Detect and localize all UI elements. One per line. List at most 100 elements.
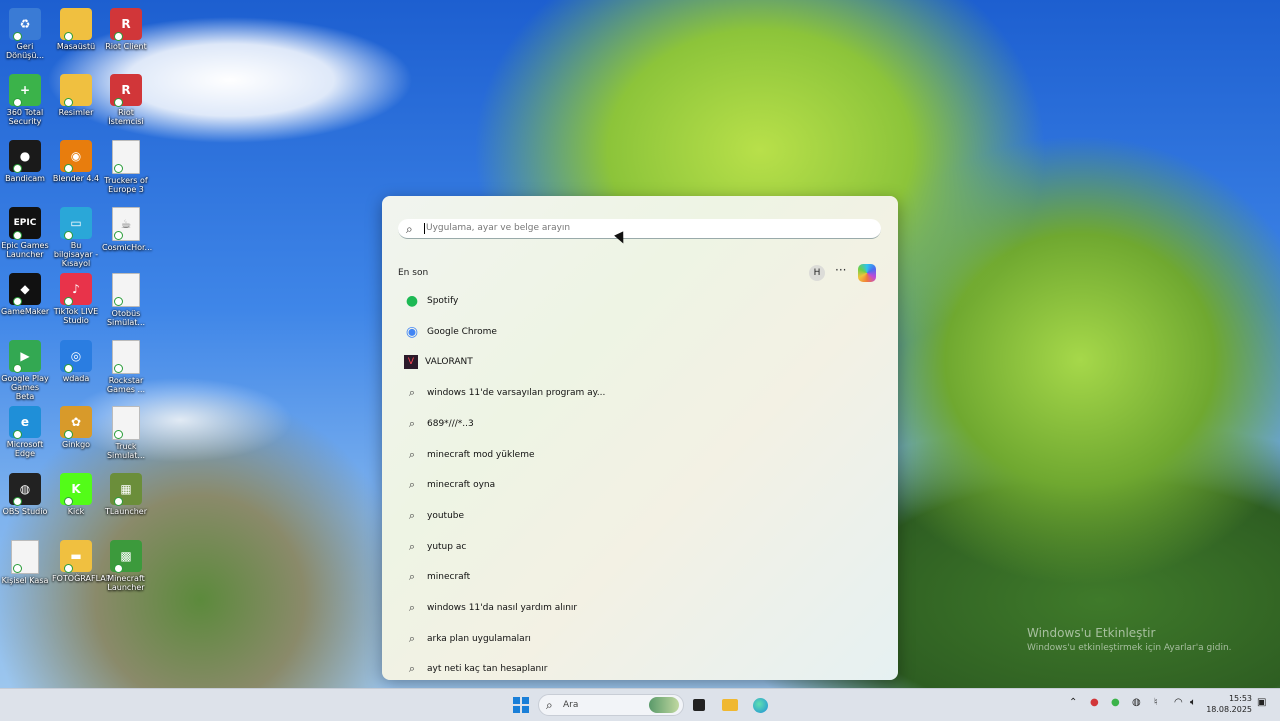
sync-check-icon <box>13 497 22 506</box>
windows-start-icon[interactable] <box>512 696 530 714</box>
desktop-icon[interactable]: K Kick <box>52 469 100 516</box>
desktop-icon[interactable]: EPIC Epic Games Launcher <box>1 203 49 259</box>
network-tray-icon[interactable]: ◍ <box>1132 697 1141 708</box>
more-options-icon[interactable]: ··· <box>835 263 846 277</box>
search-icon: ⌕ <box>408 508 416 522</box>
recent-item-label: windows 11'da nasıl yardım alınır <box>427 603 578 613</box>
task-view-icon[interactable] <box>690 696 708 714</box>
sync-check-icon <box>114 98 123 107</box>
microphone-icon[interactable]: ♮ <box>1154 697 1158 708</box>
desktop-icon-label: Masaüstü <box>56 42 96 51</box>
recent-item-label: Google Chrome <box>427 326 497 337</box>
desktop-icon[interactable]: ● Bandicam <box>1 136 49 183</box>
recent-item[interactable]: ⌕ youtube <box>404 505 464 527</box>
desktop-icon[interactable]: ♻ Geri Dönüşü... <box>1 4 49 60</box>
recent-item[interactable]: ⌕ minecraft <box>404 566 470 588</box>
desktop-icon-label: Resimler <box>58 108 94 117</box>
sync-check-icon <box>13 231 22 240</box>
recent-item-label: ayt neti kaç tan hesaplanır <box>427 664 548 675</box>
desktop-icon[interactable]: ✿ Ginkgo <box>52 402 100 449</box>
recent-item[interactable]: ⌕ yutup ac <box>404 536 466 558</box>
taskbar: ⌕ Ara ⌃ ● ● ◍ ♮ ◠ 🔈︎ 15:53 18.08.2025 ▣ <box>0 688 1280 721</box>
desktop-icon-label: Microsoft Edge <box>6 440 44 458</box>
desktop-icon[interactable]: Rockstar Games ... <box>102 336 150 394</box>
desktop-icon-label: Epic Games Launcher <box>1 241 49 259</box>
sync-check-icon <box>64 430 73 439</box>
sync-check-icon <box>13 164 22 173</box>
recent-item[interactable]: ⌕ 689*///*..3 <box>404 413 474 435</box>
sync-check-icon <box>114 297 123 306</box>
notification-icon[interactable]: ▣ <box>1257 697 1266 708</box>
desktop-icon[interactable]: Resimler <box>52 70 100 117</box>
desktop-icon-label: Google Play Games Beta <box>1 374 49 401</box>
recent-item[interactable]: ⌕ arka plan uygulamaları <box>404 628 531 650</box>
desktop-icon-label: wdada <box>62 374 90 383</box>
desktop-icon[interactable]: ◉ Blender 4.4 <box>52 136 100 183</box>
chrome-icon: ◉ <box>405 323 419 340</box>
desktop-icon[interactable]: R Riot Client <box>102 4 150 51</box>
search-icon: ⌕ <box>546 698 553 712</box>
desktop-icon[interactable]: ☕ CosmicHor... <box>102 203 153 252</box>
recent-item[interactable]: ⌕ windows 11'de varsayılan program ay... <box>404 382 605 404</box>
recent-item-label: 689*///*..3 <box>427 418 474 429</box>
sync-check-icon <box>13 297 22 306</box>
text-caret <box>424 223 425 234</box>
desktop-icon[interactable]: ▭ Bu bilgisayar - Kısayol <box>52 203 100 268</box>
desktop-icon[interactable]: Otobüs Simülat... <box>102 269 150 327</box>
desktop-icon-label: TLauncher <box>104 507 148 516</box>
desktop-icon[interactable]: ◆ GameMaker <box>1 269 49 316</box>
desktop-icon[interactable]: ▶ Google Play Games Beta <box>1 336 49 401</box>
recent-item[interactable]: ⌕ minecraft mod yükleme <box>404 444 535 466</box>
search-icon: ⌕ <box>408 601 416 614</box>
desktop-icon[interactable]: Truckers of Europe 3 <box>102 136 150 194</box>
desktop-icon-label: CosmicHor... <box>102 243 153 252</box>
desktop-icon[interactable]: e Microsoft Edge <box>1 402 49 458</box>
search-icon: ⌕ <box>408 539 416 553</box>
show-hidden-icons-icon[interactable]: ⌃ <box>1069 697 1077 708</box>
clock-date: 18.08.2025 <box>1206 705 1252 714</box>
desktop-icon[interactable]: ◎ wdada <box>52 336 100 383</box>
search-icon: ⌕ <box>408 447 416 461</box>
recent-item[interactable]: ◉ Google Chrome <box>404 321 497 343</box>
clock-time: 15:53 <box>1228 694 1252 703</box>
desktop-icon[interactable]: ▬ FOTOĞRAFLAR <box>52 536 111 583</box>
wifi-icon[interactable]: ◠ <box>1174 697 1183 708</box>
desktop-icon[interactable]: Kişisel Kasa <box>1 536 49 585</box>
security-tray-icon[interactable]: ● <box>1111 697 1120 708</box>
file-explorer-icon[interactable] <box>721 696 739 714</box>
valorant-icon: V <box>404 355 418 370</box>
sync-check-icon <box>64 297 73 306</box>
desktop-icon-label: 360 Total Security <box>6 108 44 126</box>
recent-item[interactable]: ● Spotify <box>404 290 458 312</box>
taskbar-clock[interactable]: 15:53 18.08.2025 <box>1206 693 1252 715</box>
recent-item[interactable]: ⌕ minecraft oyna <box>404 474 495 496</box>
recent-item[interactable]: ⌕ windows 11'da nasıl yardım alınır <box>404 597 577 619</box>
desktop-icon[interactable]: Masaüstü <box>52 4 100 51</box>
desktop-icon[interactable]: ▩ Minecraft Launcher <box>102 536 150 592</box>
recent-item[interactable]: ⌕ ayt neti kaç tan hesaplanır <box>404 658 548 680</box>
sync-check-icon <box>13 32 22 41</box>
spotify-icon: ● <box>405 293 419 309</box>
desktop-icon[interactable]: Truck Simulat... <box>102 402 150 460</box>
copilot-icon[interactable] <box>858 264 876 282</box>
sync-check-icon <box>114 564 123 573</box>
recent-item[interactable]: V VALORANT <box>404 351 473 373</box>
desktop-icon[interactable]: ♪ TikTok LIVE Studio <box>52 269 100 325</box>
search-icon: ⌕ <box>408 631 416 645</box>
desktop-icon[interactable]: ◍ OBS Studio <box>1 469 49 516</box>
desktop-icon[interactable]: +360 Total Security <box>1 70 49 126</box>
user-avatar-button[interactable]: H <box>809 265 825 281</box>
taskbar-search-box[interactable]: ⌕ Ara <box>538 694 684 716</box>
desktop-icon[interactable]: ▦ TLauncher <box>102 469 150 516</box>
taskbar-search-placeholder: Ara <box>563 700 579 710</box>
sync-check-icon <box>114 32 123 41</box>
edge-taskbar-icon[interactable] <box>751 696 769 714</box>
search-icon: ⌕ <box>408 478 416 492</box>
volume-icon[interactable]: 🔈︎ <box>1190 697 1196 708</box>
desktop-icon[interactable]: R Riot İstemcisi <box>102 70 150 126</box>
desktop-icon-label: Geri Dönüşü... <box>5 42 45 60</box>
riot-tray-icon[interactable]: ● <box>1090 697 1099 708</box>
sync-check-icon <box>64 32 73 41</box>
recent-item-label: windows 11'de varsayılan program ay... <box>427 388 606 399</box>
start-search-box[interactable]: ⌕ Uygulama, ayar ve belge arayın <box>398 219 881 239</box>
